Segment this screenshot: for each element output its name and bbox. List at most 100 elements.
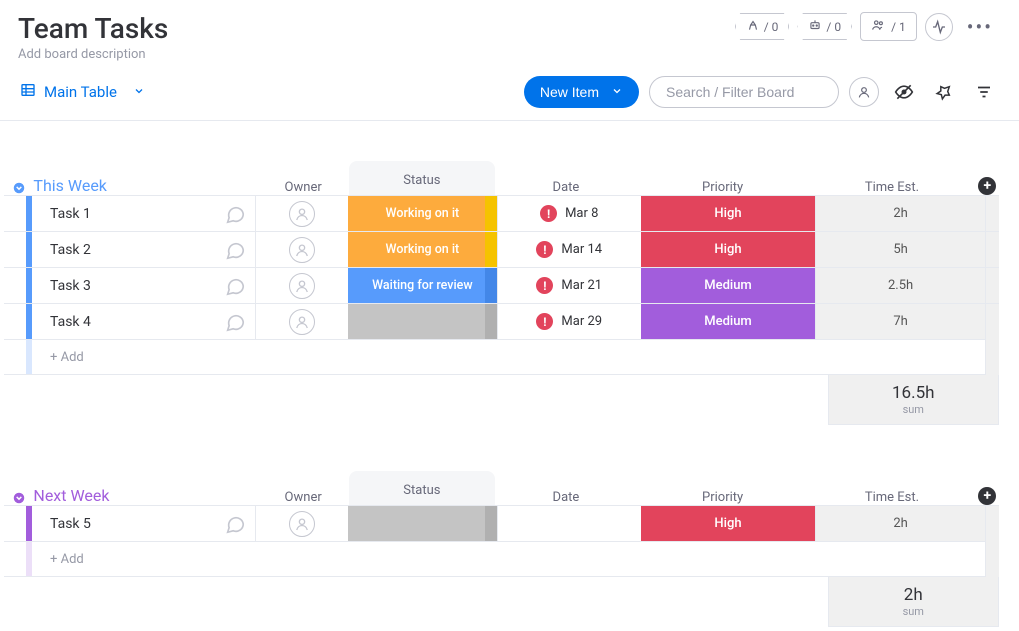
date-label: Mar 14: [561, 242, 602, 257]
chat-icon[interactable]: [215, 311, 255, 333]
task-name[interactable]: Task 2: [32, 242, 215, 258]
date-cell[interactable]: [497, 506, 641, 541]
time-estimate-cell[interactable]: 2h: [815, 506, 985, 541]
priority-cell[interactable]: High: [641, 196, 815, 231]
column-header-date[interactable]: Date: [495, 180, 637, 195]
person-filter-button[interactable]: [849, 77, 879, 107]
chat-icon[interactable]: [215, 239, 255, 261]
row-left: Task 4: [4, 304, 255, 339]
date-cell[interactable]: ! Mar 14: [497, 232, 641, 267]
date-cell[interactable]: ! Mar 21: [497, 268, 641, 303]
column-header-status[interactable]: Status: [349, 475, 495, 505]
chevron-down-icon: [133, 83, 145, 101]
row-left: Task 3: [4, 268, 255, 303]
time-estimate-cell[interactable]: 5h: [815, 232, 985, 267]
add-column-button[interactable]: +: [976, 177, 999, 195]
column-header-time[interactable]: Time Est.: [808, 180, 975, 195]
status-cell[interactable]: [348, 304, 496, 339]
board-title[interactable]: Team Tasks: [18, 12, 168, 45]
row-tail: [985, 339, 999, 375]
table-row: Task 3 Waiting for review ! Mar 21 Mediu…: [4, 267, 999, 303]
owner-cell[interactable]: [255, 232, 348, 267]
group-collapse-toggle[interactable]: [8, 491, 29, 505]
time-label: 2.5h: [888, 278, 913, 293]
owner-cell[interactable]: [255, 304, 348, 339]
owner-cell[interactable]: [255, 268, 348, 303]
llama-count-text: / 0: [764, 20, 779, 34]
people-icon: [871, 18, 885, 35]
table-row: Task 2 Working on it ! Mar 14 High 5h: [4, 231, 999, 267]
robot-icon: [808, 18, 822, 35]
owner-avatar-placeholder: [289, 511, 315, 537]
group-name[interactable]: This Week: [29, 176, 257, 195]
column-header-time[interactable]: Time Est.: [808, 490, 975, 505]
add-row[interactable]: + Add: [4, 541, 999, 577]
row-left: Task 2: [4, 232, 255, 267]
hide-columns-button[interactable]: [889, 77, 919, 107]
chevron-down-icon: [611, 84, 623, 100]
status-cell[interactable]: Waiting for review: [348, 268, 496, 303]
task-name[interactable]: Task 1: [32, 206, 215, 222]
owner-cell[interactable]: [255, 506, 348, 541]
status-cell[interactable]: Working on it: [348, 196, 496, 231]
main-table-tab[interactable]: Main Table: [14, 78, 151, 106]
row-tail: [985, 196, 999, 231]
people-count-badge[interactable]: / 1: [860, 12, 917, 41]
time-estimate-cell[interactable]: 2h: [815, 196, 985, 231]
column-header-priority[interactable]: Priority: [637, 490, 808, 505]
llama-count-badge[interactable]: / 0: [735, 13, 790, 40]
status-cell[interactable]: Working on it: [348, 232, 496, 267]
time-sum-cell: 16.5h sum: [828, 375, 999, 425]
column-header-status[interactable]: Status: [349, 165, 495, 195]
task-name[interactable]: Task 3: [32, 278, 215, 294]
group-name[interactable]: Next Week: [29, 486, 257, 505]
board-description[interactable]: Add board description: [18, 47, 168, 62]
add-row[interactable]: + Add: [4, 339, 999, 375]
time-estimate-cell[interactable]: 2.5h: [815, 268, 985, 303]
status-fold-indicator: [485, 304, 497, 339]
priority-cell[interactable]: High: [641, 232, 815, 267]
more-menu-button[interactable]: •••: [961, 15, 999, 39]
robot-count-badge[interactable]: / 0: [797, 13, 852, 40]
header-actions: / 0 / 0 / 1 •••: [735, 12, 999, 41]
chat-icon[interactable]: [215, 275, 255, 297]
time-label: 2h: [893, 516, 907, 531]
group-color-bar: [26, 542, 32, 576]
column-header-date[interactable]: Date: [495, 490, 637, 505]
column-header-owner[interactable]: Owner: [257, 490, 348, 505]
time-label: 7h: [893, 314, 907, 329]
priority-cell[interactable]: Medium: [641, 304, 815, 339]
status-fold-indicator: [485, 196, 497, 231]
board-body: This Week Owner Status Date Priority Tim…: [0, 121, 1019, 627]
task-name[interactable]: Task 4: [32, 314, 215, 330]
priority-label: Medium: [704, 278, 752, 293]
search-input[interactable]: [649, 76, 839, 108]
table-row: Task 1 Working on it ! Mar 8 High 2h: [4, 195, 999, 231]
priority-cell[interactable]: High: [641, 506, 815, 541]
date-cell[interactable]: ! Mar 8: [497, 196, 641, 231]
group-footer: 16.5h sum: [4, 375, 999, 425]
priority-cell[interactable]: Medium: [641, 268, 815, 303]
priority-label: High: [714, 516, 741, 531]
task-name[interactable]: Task 5: [32, 516, 215, 532]
filter-button[interactable]: [969, 77, 999, 107]
pin-button[interactable]: [929, 77, 959, 107]
column-header-owner[interactable]: Owner: [257, 180, 348, 195]
status-cell[interactable]: [348, 506, 496, 541]
new-item-button[interactable]: New Item: [524, 76, 639, 108]
view-tab-label: Main Table: [44, 83, 117, 101]
chat-icon[interactable]: [215, 513, 255, 535]
date-label: Mar 8: [565, 206, 598, 221]
owner-cell[interactable]: [255, 196, 348, 231]
add-column-button[interactable]: +: [976, 487, 999, 505]
status-label: Working on it: [386, 206, 460, 221]
chat-icon[interactable]: [215, 203, 255, 225]
table-row: Task 4 ! Mar 29 Medium 7h: [4, 303, 999, 339]
activity-icon-button[interactable]: [925, 13, 953, 41]
date-cell[interactable]: ! Mar 29: [497, 304, 641, 339]
column-header-priority[interactable]: Priority: [637, 180, 808, 195]
time-estimate-cell[interactable]: 7h: [815, 304, 985, 339]
priority-label: High: [714, 206, 741, 221]
group-collapse-toggle[interactable]: [8, 181, 29, 195]
sum-label: sum: [903, 403, 924, 416]
